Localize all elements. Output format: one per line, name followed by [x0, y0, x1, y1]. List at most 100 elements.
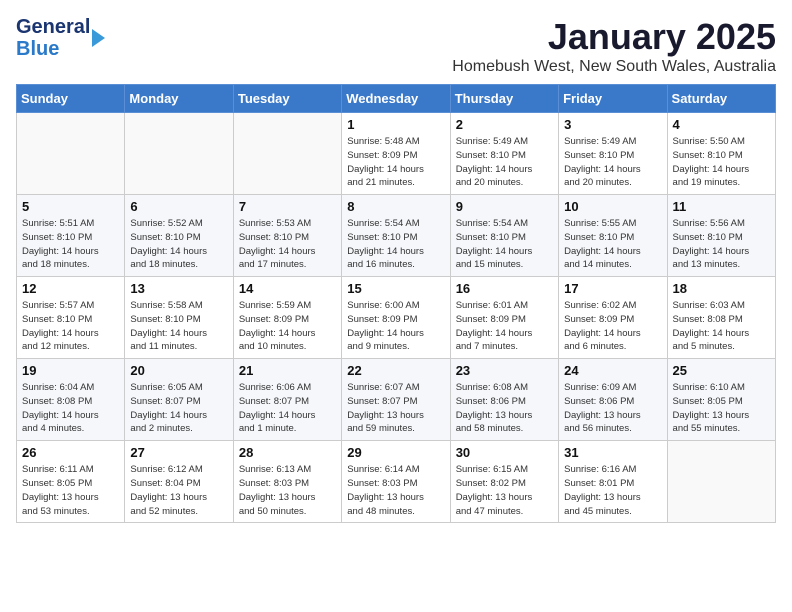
day-number: 8 [347, 199, 444, 214]
calendar-cell: 28 Sunrise: 6:13 AM Sunset: 8:03 PM Dayli… [233, 441, 341, 523]
calendar-cell: 11 Sunrise: 5:56 AM Sunset: 8:10 PM Dayli… [667, 195, 775, 277]
logo: General Blue [16, 16, 105, 60]
week-row-3: 12 Sunrise: 5:57 AM Sunset: 8:10 PM Dayli… [17, 277, 776, 359]
day-info: Sunrise: 5:52 AM Sunset: 8:10 PM Dayligh… [130, 217, 227, 272]
logo-arrow-icon [92, 29, 105, 47]
day-number: 20 [130, 363, 227, 378]
day-number: 2 [456, 117, 553, 132]
day-info: Sunrise: 5:49 AM Sunset: 8:10 PM Dayligh… [564, 135, 661, 190]
calendar-cell: 8 Sunrise: 5:54 AM Sunset: 8:10 PM Daylig… [342, 195, 450, 277]
day-number: 29 [347, 445, 444, 460]
logo-block: General Blue [16, 16, 105, 60]
page-header: General Blue January 2025 Homebush West,… [16, 16, 776, 76]
day-info: Sunrise: 6:02 AM Sunset: 8:09 PM Dayligh… [564, 299, 661, 354]
day-info: Sunrise: 6:04 AM Sunset: 8:08 PM Dayligh… [22, 381, 119, 436]
day-number: 28 [239, 445, 336, 460]
day-info: Sunrise: 5:57 AM Sunset: 8:10 PM Dayligh… [22, 299, 119, 354]
day-number: 12 [22, 281, 119, 296]
day-info: Sunrise: 6:14 AM Sunset: 8:03 PM Dayligh… [347, 463, 444, 518]
day-number: 30 [456, 445, 553, 460]
day-number: 5 [22, 199, 119, 214]
calendar-cell: 15 Sunrise: 6:00 AM Sunset: 8:09 PM Dayli… [342, 277, 450, 359]
day-info: Sunrise: 5:49 AM Sunset: 8:10 PM Dayligh… [456, 135, 553, 190]
day-info: Sunrise: 6:10 AM Sunset: 8:05 PM Dayligh… [673, 381, 770, 436]
day-info: Sunrise: 5:51 AM Sunset: 8:10 PM Dayligh… [22, 217, 119, 272]
calendar-cell [17, 113, 125, 195]
day-number: 19 [22, 363, 119, 378]
header-row: SundayMondayTuesdayWednesdayThursdayFrid… [17, 85, 776, 113]
calendar-cell: 31Sunrise: 6:16 AM Sunset: 8:01 PM Dayli… [559, 441, 667, 523]
day-number: 7 [239, 199, 336, 214]
day-number: 23 [456, 363, 553, 378]
day-number: 9 [456, 199, 553, 214]
day-info: Sunrise: 6:06 AM Sunset: 8:07 PM Dayligh… [239, 381, 336, 436]
calendar-cell: 29 Sunrise: 6:14 AM Sunset: 8:03 PM Dayli… [342, 441, 450, 523]
calendar-cell: 14 Sunrise: 5:59 AM Sunset: 8:09 PM Dayli… [233, 277, 341, 359]
day-number: 31 [564, 445, 661, 460]
calendar-cell: 21Sunrise: 6:06 AM Sunset: 8:07 PM Dayli… [233, 359, 341, 441]
calendar-cell: 20 Sunrise: 6:05 AM Sunset: 8:07 PM Dayli… [125, 359, 233, 441]
calendar-header: SundayMondayTuesdayWednesdayThursdayFrid… [17, 85, 776, 113]
day-number: 1 [347, 117, 444, 132]
calendar-cell: 30 Sunrise: 6:15 AM Sunset: 8:02 PM Dayli… [450, 441, 558, 523]
header-day-saturday: Saturday [667, 85, 775, 113]
calendar-cell: 23Sunrise: 6:08 AM Sunset: 8:06 PM Dayli… [450, 359, 558, 441]
day-number: 17 [564, 281, 661, 296]
calendar-cell: 7 Sunrise: 5:53 AM Sunset: 8:10 PM Daylig… [233, 195, 341, 277]
day-number: 6 [130, 199, 227, 214]
day-info: Sunrise: 6:05 AM Sunset: 8:07 PM Dayligh… [130, 381, 227, 436]
day-info: Sunrise: 6:15 AM Sunset: 8:02 PM Dayligh… [456, 463, 553, 518]
location-title: Homebush West, New South Wales, Australi… [452, 58, 776, 76]
day-info: Sunrise: 5:58 AM Sunset: 8:10 PM Dayligh… [130, 299, 227, 354]
week-row-2: 5 Sunrise: 5:51 AM Sunset: 8:10 PM Daylig… [17, 195, 776, 277]
calendar-cell: 22Sunrise: 6:07 AM Sunset: 8:07 PM Dayli… [342, 359, 450, 441]
day-number: 14 [239, 281, 336, 296]
logo-blue: Blue [16, 38, 90, 60]
calendar-cell: 25 Sunrise: 6:10 AM Sunset: 8:05 PM Dayli… [667, 359, 775, 441]
day-info: Sunrise: 5:53 AM Sunset: 8:10 PM Dayligh… [239, 217, 336, 272]
week-row-4: 19 Sunrise: 6:04 AM Sunset: 8:08 PM Dayli… [17, 359, 776, 441]
day-info: Sunrise: 5:54 AM Sunset: 8:10 PM Dayligh… [347, 217, 444, 272]
day-number: 26 [22, 445, 119, 460]
day-number: 3 [564, 117, 661, 132]
day-info: Sunrise: 6:13 AM Sunset: 8:03 PM Dayligh… [239, 463, 336, 518]
calendar-cell [667, 441, 775, 523]
calendar-cell: 9 Sunrise: 5:54 AM Sunset: 8:10 PM Daylig… [450, 195, 558, 277]
day-info: Sunrise: 5:56 AM Sunset: 8:10 PM Dayligh… [673, 217, 770, 272]
day-info: Sunrise: 6:01 AM Sunset: 8:09 PM Dayligh… [456, 299, 553, 354]
day-number: 25 [673, 363, 770, 378]
day-number: 15 [347, 281, 444, 296]
month-title: January 2025 [452, 16, 776, 58]
calendar-body: 1Sunrise: 5:48 AM Sunset: 8:09 PM Daylig… [17, 113, 776, 523]
day-info: Sunrise: 5:55 AM Sunset: 8:10 PM Dayligh… [564, 217, 661, 272]
day-info: Sunrise: 6:03 AM Sunset: 8:08 PM Dayligh… [673, 299, 770, 354]
header-day-thursday: Thursday [450, 85, 558, 113]
header-day-tuesday: Tuesday [233, 85, 341, 113]
day-number: 27 [130, 445, 227, 460]
day-number: 11 [673, 199, 770, 214]
calendar-cell: 12 Sunrise: 5:57 AM Sunset: 8:10 PM Dayli… [17, 277, 125, 359]
header-day-wednesday: Wednesday [342, 85, 450, 113]
title-block: January 2025 Homebush West, New South Wa… [452, 16, 776, 76]
calendar-cell: 17 Sunrise: 6:02 AM Sunset: 8:09 PM Dayli… [559, 277, 667, 359]
logo-general: General [16, 16, 90, 38]
header-day-sunday: Sunday [17, 85, 125, 113]
day-info: Sunrise: 5:54 AM Sunset: 8:10 PM Dayligh… [456, 217, 553, 272]
calendar-cell: 1Sunrise: 5:48 AM Sunset: 8:09 PM Daylig… [342, 113, 450, 195]
day-number: 10 [564, 199, 661, 214]
day-info: Sunrise: 6:00 AM Sunset: 8:09 PM Dayligh… [347, 299, 444, 354]
calendar-cell: 2 Sunrise: 5:49 AM Sunset: 8:10 PM Daylig… [450, 113, 558, 195]
week-row-1: 1Sunrise: 5:48 AM Sunset: 8:09 PM Daylig… [17, 113, 776, 195]
day-info: Sunrise: 6:09 AM Sunset: 8:06 PM Dayligh… [564, 381, 661, 436]
day-number: 4 [673, 117, 770, 132]
calendar-cell: 27 Sunrise: 6:12 AM Sunset: 8:04 PM Dayli… [125, 441, 233, 523]
calendar-cell: 5 Sunrise: 5:51 AM Sunset: 8:10 PM Daylig… [17, 195, 125, 277]
calendar-cell: 18Sunrise: 6:03 AM Sunset: 8:08 PM Dayli… [667, 277, 775, 359]
header-day-monday: Monday [125, 85, 233, 113]
day-info: Sunrise: 5:59 AM Sunset: 8:09 PM Dayligh… [239, 299, 336, 354]
day-number: 13 [130, 281, 227, 296]
calendar-cell [125, 113, 233, 195]
header-day-friday: Friday [559, 85, 667, 113]
calendar-cell: 19 Sunrise: 6:04 AM Sunset: 8:08 PM Dayli… [17, 359, 125, 441]
day-info: Sunrise: 6:12 AM Sunset: 8:04 PM Dayligh… [130, 463, 227, 518]
